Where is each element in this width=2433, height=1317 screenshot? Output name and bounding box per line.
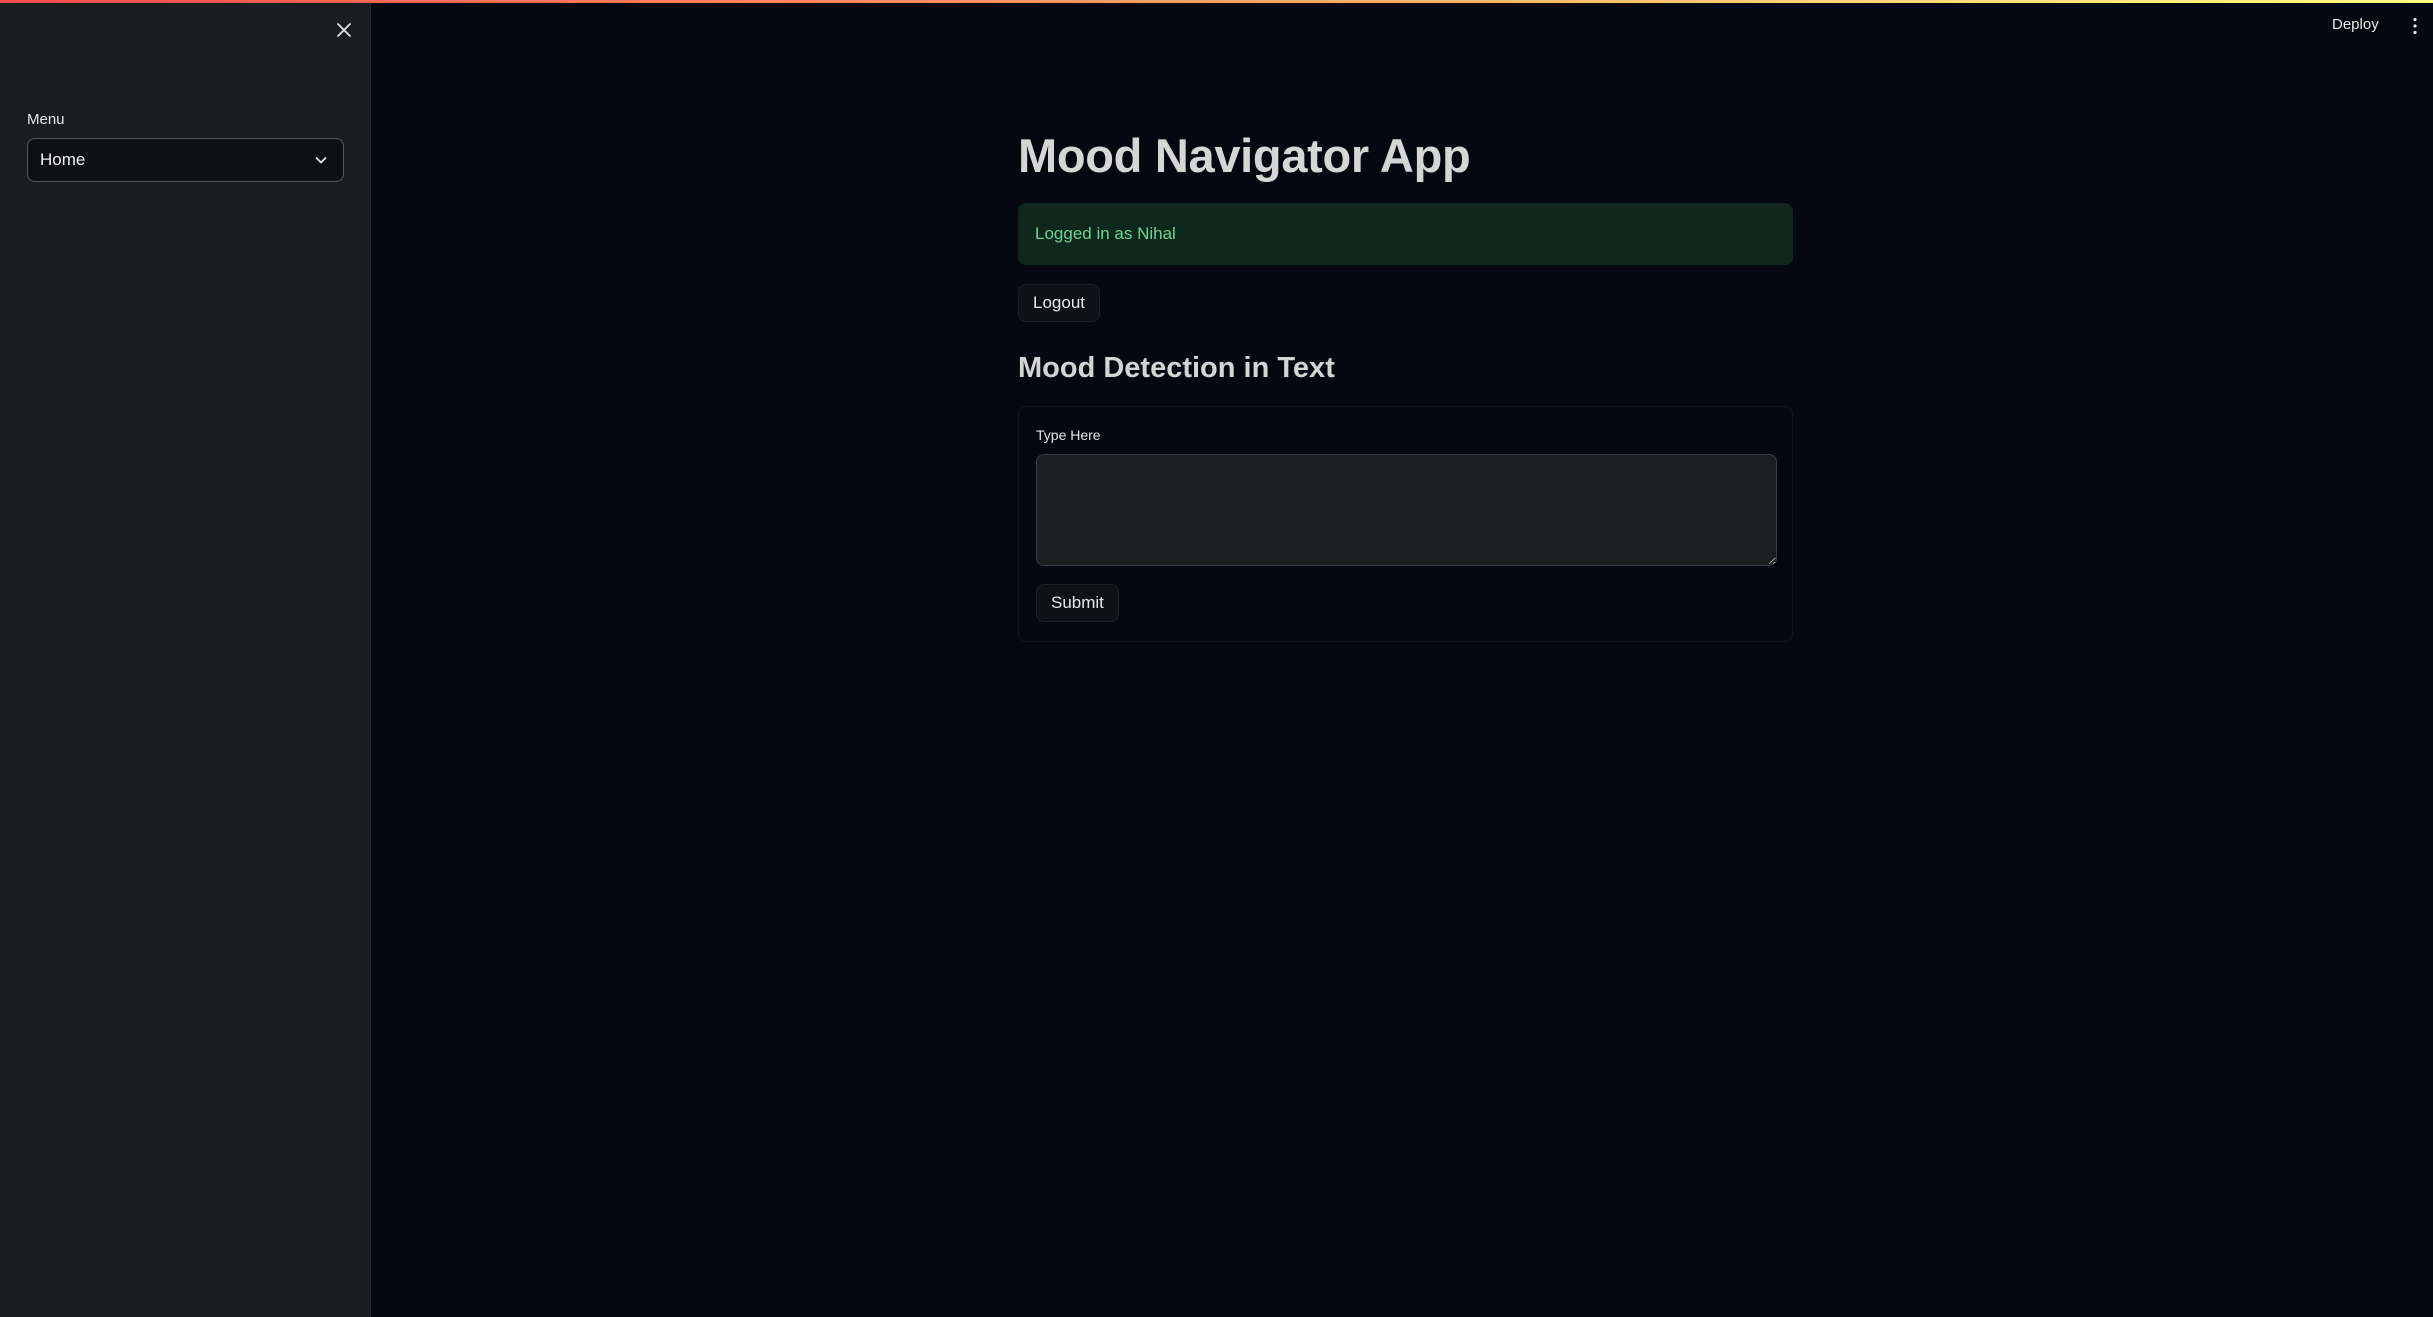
- app-root: Menu Home Deploy Mood Navigator App Logg…: [0, 0, 2433, 1317]
- sidebar: Menu Home: [0, 0, 371, 1317]
- submit-button[interactable]: Submit: [1036, 584, 1119, 622]
- menu-select-value: Home: [40, 150, 86, 169]
- success-alert: Logged in as Nihal: [1018, 203, 1793, 265]
- mood-form: Type Here Submit: [1018, 406, 1793, 642]
- chevron-down-icon: [313, 152, 329, 168]
- close-icon[interactable]: [328, 14, 360, 46]
- page-title: Mood Navigator App: [1018, 129, 1471, 182]
- menu-select[interactable]: Home: [27, 138, 344, 182]
- text-area-label: Type Here: [1036, 427, 1101, 443]
- header-decoration-bar: [0, 0, 2433, 3]
- close-icon-svg: [337, 23, 351, 37]
- logout-button[interactable]: Logout: [1018, 284, 1100, 322]
- menu-label: Menu: [27, 111, 65, 128]
- mood-text-input[interactable]: [1036, 454, 1777, 566]
- deploy-button[interactable]: Deploy: [2326, 12, 2385, 37]
- alert-text: Logged in as Nihal: [1035, 224, 1176, 243]
- more-vertical-icon[interactable]: [2405, 14, 2425, 38]
- section-heading: Mood Detection in Text: [1018, 352, 1335, 384]
